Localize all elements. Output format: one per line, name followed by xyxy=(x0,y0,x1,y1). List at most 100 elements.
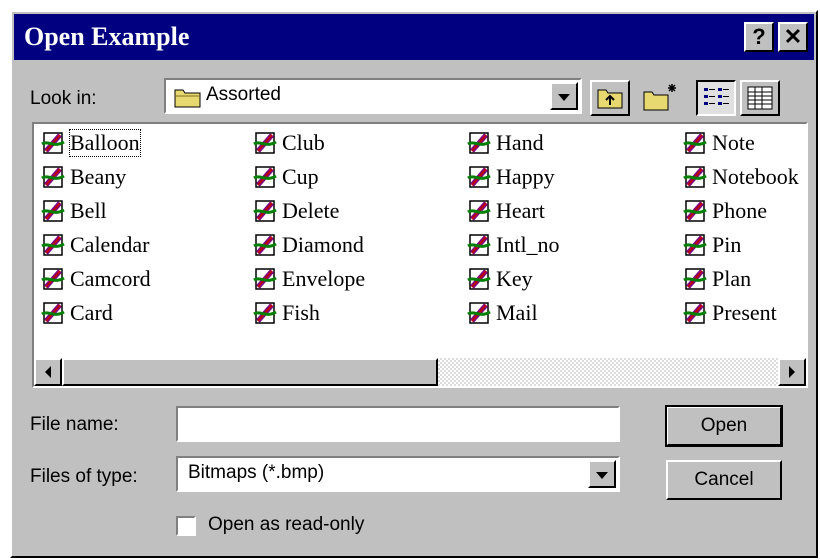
file-name-text: Intl_no xyxy=(496,232,560,257)
list-item[interactable]: Mail xyxy=(466,298,538,328)
arrow-left-icon xyxy=(45,366,51,378)
file-name-text: Delete xyxy=(282,198,340,223)
file-name-text: Cup xyxy=(282,164,319,189)
file-name-text: Fish xyxy=(282,300,320,325)
create-new-folder-icon xyxy=(643,84,676,111)
look-in-label: Look in: xyxy=(30,88,97,109)
list-item[interactable]: Beany xyxy=(40,162,126,192)
file-name-text: Note xyxy=(712,130,755,155)
file-name-text: Diamond xyxy=(282,232,364,257)
file-name-text: Hand xyxy=(496,130,544,155)
list-item[interactable]: Phone xyxy=(682,196,767,226)
details-view-button[interactable] xyxy=(740,80,780,116)
list-item[interactable]: Key xyxy=(466,264,533,294)
dialog-title: Open Example xyxy=(24,22,190,51)
file-name-text: Heart xyxy=(496,198,545,223)
list-item[interactable]: Notebook xyxy=(682,162,799,192)
list-item[interactable]: Hand xyxy=(466,128,544,158)
list-item[interactable]: Card xyxy=(40,298,113,328)
list-item[interactable]: Delete xyxy=(252,196,339,226)
bitmap-file-icon xyxy=(683,234,707,256)
file-name-text: Card xyxy=(70,300,113,325)
arrow-right-icon xyxy=(789,366,795,378)
list-item[interactable]: Heart xyxy=(466,196,545,226)
open-dialog: Open Example ? ✕ Look in: Assorted Ballo… xyxy=(10,10,818,558)
folder-icon xyxy=(174,89,201,108)
bitmap-file-icon xyxy=(467,200,491,222)
list-item[interactable]: Diamond xyxy=(252,230,364,260)
file-name-text: Balloon xyxy=(69,129,141,157)
file-name-text: Envelope xyxy=(282,266,366,291)
file-name-text: Present xyxy=(712,300,777,325)
scroll-left-button[interactable] xyxy=(34,358,62,386)
bitmap-file-icon xyxy=(41,132,65,154)
bitmap-file-icon xyxy=(467,166,491,188)
list-item[interactable]: Balloon xyxy=(40,128,141,158)
help-icon: ? xyxy=(752,24,766,49)
file-name-text: Mail xyxy=(496,300,538,325)
bitmap-file-icon xyxy=(253,268,277,290)
list-item[interactable]: Fish xyxy=(252,298,320,328)
files-of-type-label: Files of type: xyxy=(30,466,138,487)
file-name-text: Calendar xyxy=(70,232,150,257)
file-name-text: Phone xyxy=(712,198,767,223)
list-item[interactable]: Camcord xyxy=(40,264,151,294)
list-item[interactable]: Pin xyxy=(682,230,741,260)
bitmap-file-icon xyxy=(467,268,491,290)
bitmap-file-icon xyxy=(253,302,277,324)
help-button[interactable]: ? xyxy=(744,22,774,52)
scroll-right-button[interactable] xyxy=(778,358,806,386)
close-button[interactable]: ✕ xyxy=(778,22,808,52)
file-name-text: Pin xyxy=(712,232,742,257)
bitmap-file-icon xyxy=(253,234,277,256)
bitmap-file-icon xyxy=(253,200,277,222)
files-of-type-combo[interactable]: Bitmaps (*.bmp) xyxy=(176,456,620,492)
list-item[interactable]: Plan xyxy=(682,264,751,294)
file-list[interactable]: Balloon Beany Bell Calendar Camcord Card Club C… xyxy=(32,122,808,388)
files-of-type-dropdown-button[interactable] xyxy=(588,460,616,488)
list-item[interactable]: Note xyxy=(682,128,755,158)
list-item[interactable]: Cup xyxy=(252,162,319,192)
bitmap-file-icon xyxy=(253,132,277,154)
list-item[interactable]: Present xyxy=(682,298,777,328)
open-button[interactable]: Open xyxy=(665,405,783,447)
up-one-level-button[interactable] xyxy=(590,80,630,116)
bitmap-file-icon xyxy=(41,302,65,324)
look-in-combo[interactable]: Assorted xyxy=(164,78,582,114)
cancel-button[interactable]: Cancel xyxy=(666,460,782,500)
list-item[interactable]: Club xyxy=(252,128,325,158)
list-item[interactable]: Envelope xyxy=(252,264,365,294)
list-item[interactable]: Bell xyxy=(40,196,107,226)
bitmap-file-icon xyxy=(467,302,491,324)
list-item[interactable]: Happy xyxy=(466,162,555,192)
horizontal-scrollbar[interactable] xyxy=(34,358,806,386)
bitmap-file-icon xyxy=(41,234,65,256)
bitmap-file-icon xyxy=(41,200,65,222)
read-only-checkbox[interactable] xyxy=(176,516,196,536)
bitmap-file-icon xyxy=(683,302,707,324)
details-view-icon xyxy=(747,86,773,110)
bitmap-file-icon xyxy=(253,166,277,188)
bitmap-file-icon xyxy=(41,166,65,188)
file-name-text: Club xyxy=(282,130,325,155)
file-name-text: Happy xyxy=(496,164,555,189)
files-of-type-value: Bitmaps (*.bmp) xyxy=(188,462,325,483)
list-view-icon xyxy=(704,88,729,105)
close-icon: ✕ xyxy=(783,24,803,49)
file-name-input[interactable] xyxy=(176,406,620,442)
list-view-button[interactable] xyxy=(696,80,736,116)
read-only-label[interactable]: Open as read-only xyxy=(208,514,364,536)
file-name-label: File name: xyxy=(30,414,119,435)
list-item[interactable]: Intl_no xyxy=(466,230,560,260)
create-new-folder-button[interactable] xyxy=(640,80,680,116)
look-in-value: Assorted xyxy=(206,84,281,105)
list-item[interactable]: Calendar xyxy=(40,230,149,260)
title-bar[interactable]: Open Example ? ✕ xyxy=(14,14,814,60)
look-in-dropdown-button[interactable] xyxy=(550,82,578,110)
bitmap-file-icon xyxy=(467,132,491,154)
file-name-text: Beany xyxy=(70,164,127,189)
scroll-thumb[interactable] xyxy=(62,358,438,386)
file-name-text: Notebook xyxy=(712,164,799,189)
bitmap-file-icon xyxy=(683,132,707,154)
bitmap-file-icon xyxy=(467,234,491,256)
